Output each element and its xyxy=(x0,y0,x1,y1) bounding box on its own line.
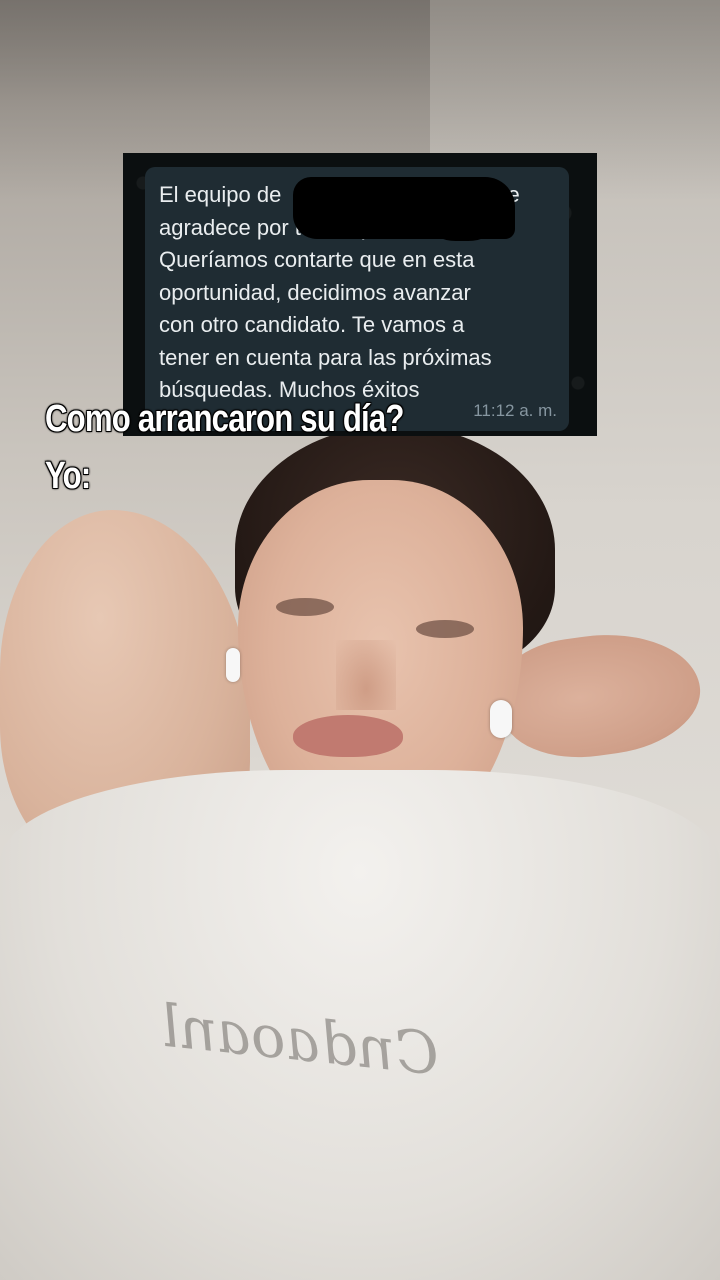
chat-screenshot: El equipo de te agradece por tu tiempo. … xyxy=(123,153,597,436)
left-eye xyxy=(276,598,334,616)
earbud-left-icon xyxy=(226,648,240,682)
caption-answer: Yo: xyxy=(45,455,91,497)
earbud-right-icon xyxy=(490,700,512,738)
mouth xyxy=(293,715,403,757)
right-eye xyxy=(416,620,474,638)
message-bubble: El equipo de te agradece por tu tiempo. … xyxy=(145,167,569,431)
nose xyxy=(336,640,396,710)
redaction-scribble-tail xyxy=(431,207,493,241)
caption-question: Como arrancaron su día? xyxy=(45,398,404,440)
message-timestamp: 11:12 a. m. xyxy=(473,401,557,420)
